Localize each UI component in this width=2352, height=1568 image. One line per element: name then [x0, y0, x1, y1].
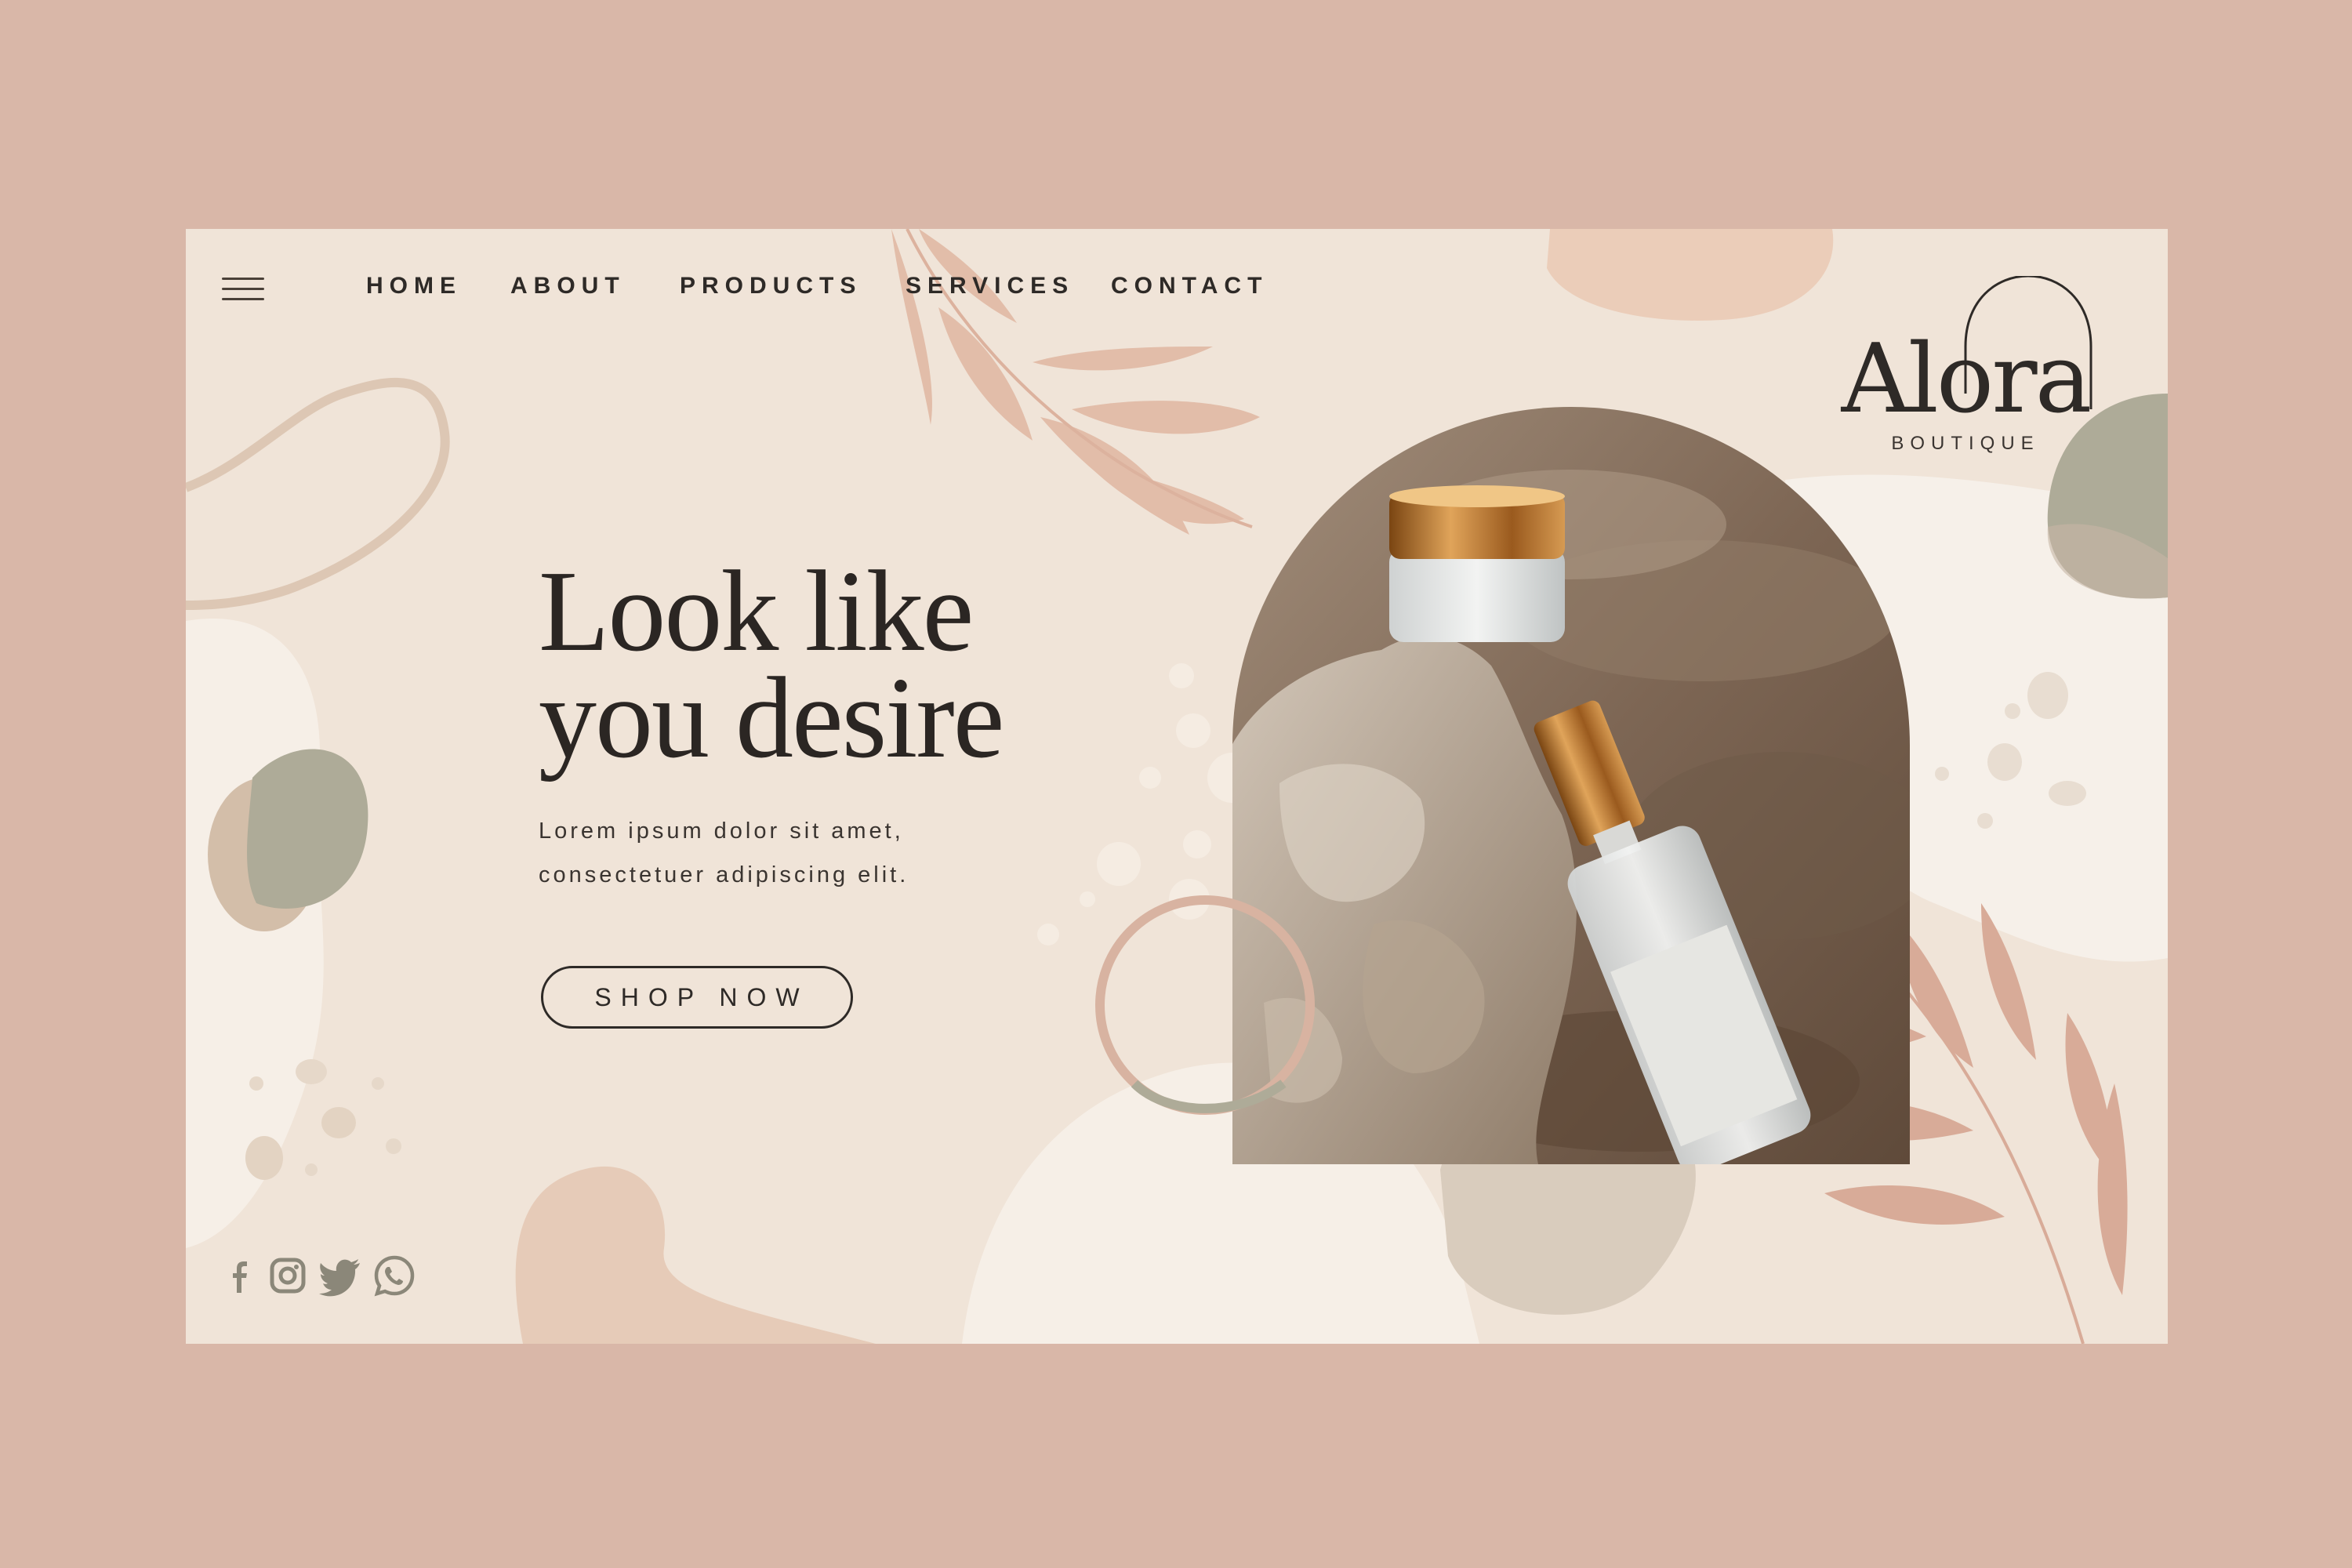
- shop-now-button[interactable]: SHOP NOW: [541, 966, 853, 1029]
- subtext-line-1: Lorem ipsum dolor sit amet,: [539, 818, 904, 844]
- headline-line-2: you desire: [539, 654, 1004, 782]
- menu-icon[interactable]: [222, 278, 264, 301]
- decorative-ring: [1095, 895, 1315, 1115]
- headline-line-1: Look like: [539, 547, 974, 676]
- subtext-line-2: consectetuer adipiscing elit.: [539, 862, 909, 887]
- facebook-icon[interactable]: [217, 1252, 264, 1299]
- nav-services[interactable]: SERVICES: [906, 273, 1074, 299]
- product-image: [1232, 407, 1910, 1164]
- whatsapp-icon[interactable]: [371, 1252, 418, 1299]
- twitter-icon[interactable]: [318, 1252, 365, 1299]
- nav-contact[interactable]: CONTACT: [1111, 273, 1268, 299]
- product-photo: [1232, 407, 1910, 1164]
- nav-about[interactable]: ABOUT: [510, 273, 626, 299]
- instagram-icon[interactable]: [264, 1252, 311, 1299]
- brand-tagline: BOUTIQUE: [1891, 433, 2040, 454]
- hero-subtext: Lorem ipsum dolor sit amet, consectetuer…: [539, 809, 1087, 897]
- hero-headline: Look like you desire: [539, 547, 1134, 782]
- landing-page-card: HOME ABOUT PRODUCTS SERVICES CONTACT Alo…: [186, 229, 2168, 1344]
- brand-logo[interactable]: Alora BOUTIQUE: [1832, 276, 2099, 464]
- nav-products[interactable]: PRODUCTS: [680, 273, 862, 299]
- nav-home[interactable]: HOME: [366, 273, 462, 299]
- brand-name: Alora: [1841, 323, 2092, 434]
